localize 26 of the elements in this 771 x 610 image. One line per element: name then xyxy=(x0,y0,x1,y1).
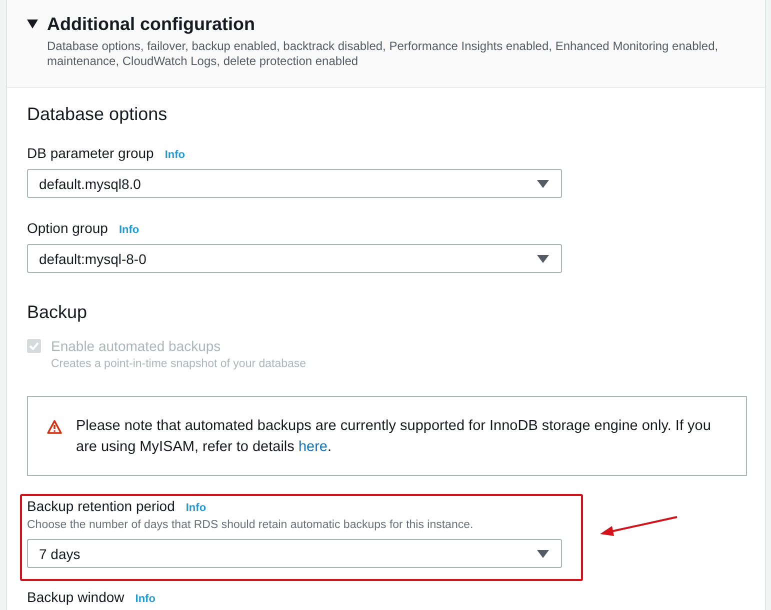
details-link[interactable]: here xyxy=(298,439,328,455)
group-heading: Backup xyxy=(27,301,88,324)
caret-icon xyxy=(537,254,549,262)
field-label: DB parameter group xyxy=(27,144,154,163)
dropdown-select[interactable]: default.mysql8.0 xyxy=(27,169,562,198)
info-link[interactable]: Info xyxy=(186,502,206,514)
warning-icon xyxy=(47,420,62,434)
checkbox-label: Enable automated backups xyxy=(51,337,222,356)
info-link[interactable]: Info xyxy=(135,593,156,605)
alert-message: Please note that automated backups are currently supported for InnoDB storage engine only. If you are using MyISAM, refer to details here. xyxy=(76,417,712,457)
group-heading: Database options xyxy=(27,103,168,126)
field-label: Backup window xyxy=(27,588,124,607)
section-description: Database options, failover, backup enabled, backtrack disabled, Performance Insights enabled, Enhanced Monitoring enabled, maintenance, CloudWatch Logs, delete protection enabled xyxy=(47,39,720,69)
caret-icon xyxy=(537,550,549,558)
info-link[interactable]: Info xyxy=(118,224,140,236)
field-label: Option group xyxy=(27,219,108,238)
info-link[interactable]: Info xyxy=(164,149,186,161)
field-description: Choose the number of days that RDS should retain automatic backups for this instance. xyxy=(27,518,474,533)
caret-icon xyxy=(537,180,549,188)
field-label: Backup retention period xyxy=(27,497,175,516)
section-title: Additional configuration xyxy=(47,13,255,36)
caret-icon[interactable] xyxy=(27,19,38,29)
field-description: Creates a point-in-time snapshot of your database xyxy=(51,357,306,372)
dropdown-select[interactable]: default:mysql-8-0 xyxy=(27,244,562,273)
tick-icon xyxy=(29,342,39,350)
dropdown-select[interactable]: 7 days xyxy=(27,539,562,568)
